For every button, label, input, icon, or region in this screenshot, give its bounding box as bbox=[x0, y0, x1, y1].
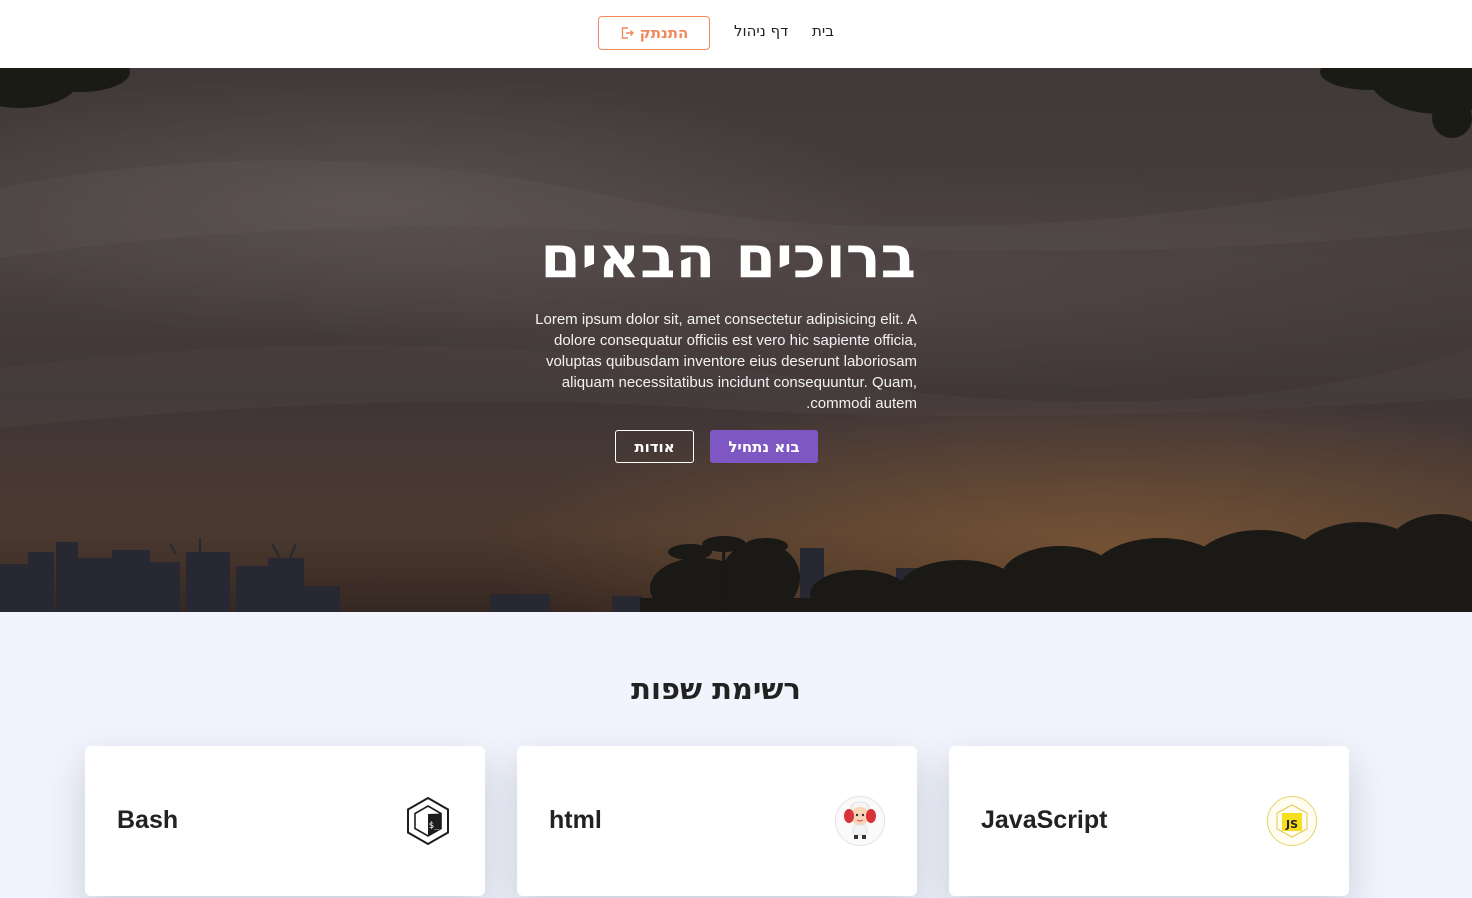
svg-text:JS: JS bbox=[1285, 818, 1298, 831]
language-name: html bbox=[549, 806, 602, 834]
nav-link-home[interactable]: בית bbox=[812, 22, 834, 40]
svg-text:$_: $_ bbox=[429, 821, 440, 831]
hero-section: ברוכים הבאים Lorem ipsum dolor sit, amet… bbox=[0, 68, 1472, 612]
html-mascot-icon bbox=[835, 796, 885, 846]
about-button[interactable]: אודות bbox=[615, 430, 694, 463]
logout-label: התנתק bbox=[639, 24, 689, 42]
logout-icon bbox=[620, 26, 634, 40]
javascript-icon: JS bbox=[1267, 796, 1317, 846]
logout-button[interactable]: התנתק bbox=[598, 16, 710, 50]
bash-icon: $_ bbox=[403, 796, 453, 846]
language-name: Bash bbox=[117, 806, 179, 834]
hero-title: ברוכים הבאים bbox=[540, 223, 916, 291]
nav-link-admin[interactable]: דף ניהול bbox=[734, 22, 788, 40]
language-name: JavaScript bbox=[981, 806, 1108, 834]
get-started-button[interactable]: בוא נתחיל bbox=[710, 430, 818, 463]
hero-description: Lorem ipsum dolor sit, amet consectetur … bbox=[535, 311, 917, 412]
navbar: בית דף ניהול התנתק bbox=[0, 0, 1472, 68]
language-card-bash[interactable]: Bash $_ bbox=[85, 746, 485, 896]
languages-section-title: רשימת שפות bbox=[631, 672, 801, 706]
language-card-javascript[interactable]: JavaScript JS bbox=[949, 746, 1349, 896]
language-card-html[interactable]: html bbox=[517, 746, 917, 896]
